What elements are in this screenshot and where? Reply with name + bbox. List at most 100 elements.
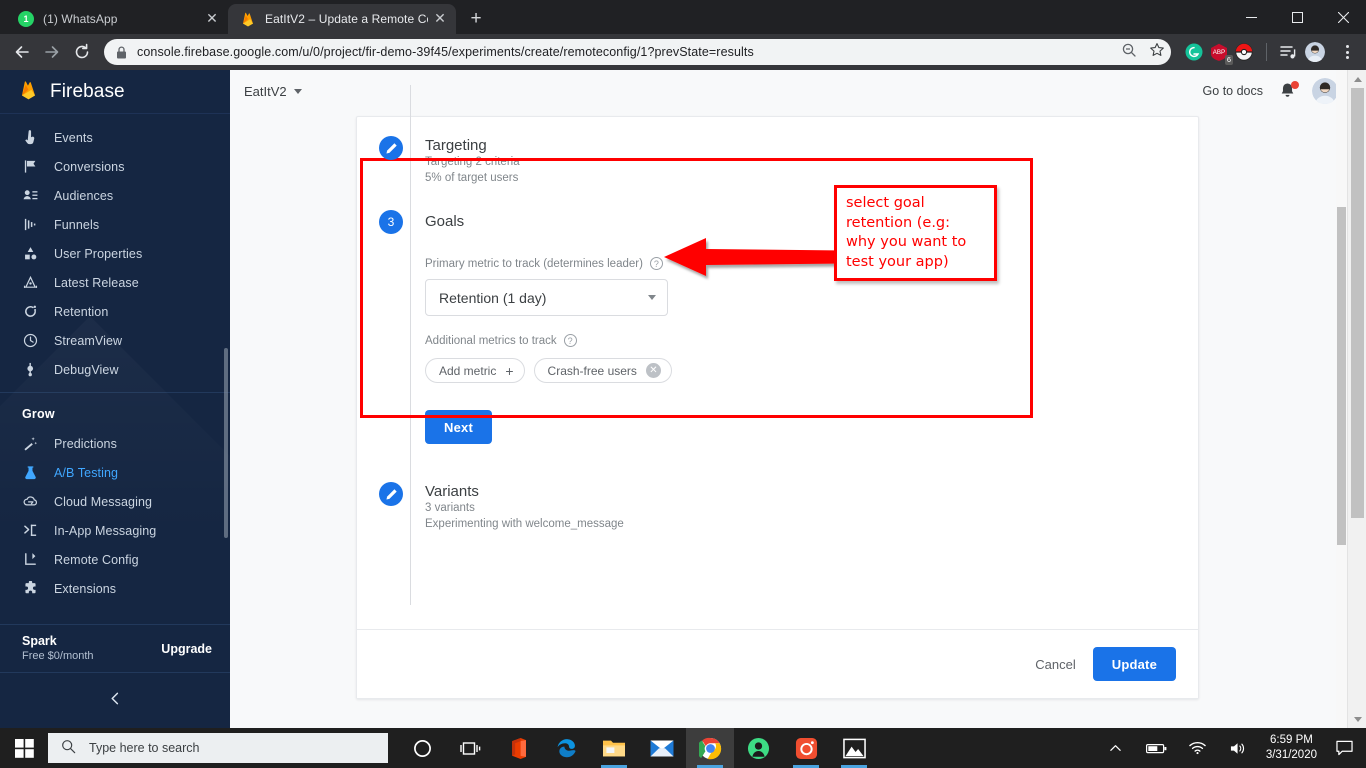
battery-icon[interactable] — [1143, 728, 1171, 768]
reload-icon[interactable] — [68, 38, 96, 66]
android-studio-icon[interactable] — [734, 728, 782, 768]
svg-text:ABP: ABP — [1213, 49, 1225, 56]
show-hidden-icons-icon[interactable] — [1102, 728, 1130, 768]
chip-label: Add metric — [439, 363, 497, 378]
sidebar-item-user-properties[interactable]: User Properties — [0, 239, 230, 268]
scrollbar-thumb[interactable] — [1337, 207, 1346, 545]
wizard-step-variants[interactable]: Variants 3 variants Experimenting with w… — [357, 444, 1198, 532]
sidebar-item-audiences[interactable]: Audiences — [0, 181, 230, 210]
minimize-icon[interactable] — [1228, 0, 1274, 34]
flag-icon — [22, 158, 39, 175]
sidebar-item-in-app-messaging[interactable]: In-App Messaging — [0, 516, 230, 545]
grammarly-extension-icon[interactable] — [1185, 43, 1203, 61]
volume-icon[interactable] — [1225, 728, 1253, 768]
collapse-sidebar-button[interactable] — [0, 672, 230, 728]
office-icon[interactable] — [494, 728, 542, 768]
cortana-icon[interactable] — [398, 728, 446, 768]
sidebar-item-label: StreamView — [54, 333, 123, 348]
wizard-step-targeting[interactable]: Targeting Targeting 2 criteria 5% of tar… — [357, 117, 1198, 186]
firebase-brand[interactable]: Firebase — [0, 70, 230, 114]
close-icon[interactable] — [1320, 0, 1366, 34]
primary-metric-select[interactable]: Retention (1 day) — [425, 279, 668, 316]
sidebar-item-conversions[interactable]: Conversions — [0, 152, 230, 181]
update-button[interactable]: Update — [1092, 647, 1176, 681]
sidebar-item-funnels[interactable]: Funnels — [0, 210, 230, 239]
help-icon[interactable]: ? — [563, 334, 577, 347]
taskbar-clock[interactable]: 6:59 PM 3/31/2020 — [1266, 733, 1317, 763]
triangle-up-icon — [1353, 76, 1362, 82]
sidebar-item-retention[interactable]: Retention — [0, 297, 230, 326]
extension-icons: ABP 6 — [1179, 42, 1358, 65]
add-metric-chip[interactable]: Add metric + — [425, 358, 525, 383]
sidebar-item-events[interactable]: Events — [0, 123, 230, 152]
avatar[interactable] — [1305, 42, 1325, 62]
page-inner-scrollbar[interactable] — [1336, 70, 1347, 728]
edge-icon[interactable] — [542, 728, 590, 768]
adblock-plus-extension-icon[interactable]: ABP 6 — [1210, 43, 1233, 65]
help-icon[interactable]: ? — [649, 257, 663, 270]
file-explorer-icon[interactable] — [590, 728, 638, 768]
sidebar-item-remote-config[interactable]: Remote Config — [0, 545, 230, 574]
firebase-wordmark: Firebase — [50, 80, 125, 102]
windows-start-icon[interactable] — [0, 728, 48, 768]
debugview-icon — [22, 361, 39, 378]
go-to-docs-link[interactable]: Go to docs — [1203, 84, 1263, 98]
plan-card[interactable]: Spark Free $0/month Upgrade — [0, 624, 230, 672]
clock-time: 6:59 PM — [1270, 734, 1313, 746]
photos-icon[interactable] — [830, 728, 878, 768]
experiment-wizard-card: Targeting Targeting 2 criteria 5% of tar… — [356, 85, 1199, 699]
sidebar-scrollbar[interactable] — [224, 348, 228, 538]
maximize-icon[interactable] — [1274, 0, 1320, 34]
address-bar[interactable]: console.firebase.google.com/u/0/project/… — [104, 39, 1171, 65]
playlist-extension-icon[interactable] — [1280, 43, 1298, 61]
chrome-icon[interactable] — [686, 728, 734, 768]
search-input[interactable]: Type here to search — [48, 733, 388, 763]
main-content: EatItV2 Go to docs Targeting Targeting 2… — [230, 70, 1366, 728]
scroll-up-button[interactable] — [1348, 70, 1366, 88]
task-view-icon[interactable] — [446, 728, 494, 768]
forward-arrow-icon[interactable] — [38, 38, 66, 66]
remove-icon[interactable]: ✕ — [645, 363, 661, 378]
taskbar-apps — [398, 728, 878, 768]
sidebar-item-cloud-messaging[interactable]: Cloud Messaging — [0, 487, 230, 516]
sidebar-item-ab-testing[interactable]: A/B Testing — [0, 458, 230, 487]
crash-free-users-chip[interactable]: Crash-free users ✕ — [533, 358, 672, 383]
instagram-icon[interactable] — [782, 728, 830, 768]
chevron-down-icon — [293, 88, 302, 94]
kebab-menu-icon[interactable] — [1336, 45, 1358, 59]
notification-bell-icon[interactable] — [1278, 80, 1299, 101]
scroll-down-button[interactable] — [1348, 710, 1366, 728]
sidebar-item-latest-release[interactable]: Latest Release — [0, 268, 230, 297]
sidebar-item-label: User Properties — [54, 246, 143, 261]
metric-chip-row: Add metric + Crash-free users ✕ — [425, 358, 1198, 383]
scrollbar-thumb[interactable] — [1351, 88, 1364, 518]
browser-scrollbar[interactable] — [1347, 70, 1366, 728]
next-button[interactable]: Next — [425, 410, 492, 444]
sidebar-item-streamview[interactable]: StreamView — [0, 326, 230, 355]
upgrade-button[interactable]: Upgrade — [161, 642, 212, 656]
avatar[interactable] — [1312, 78, 1338, 104]
close-icon[interactable]: ✕ — [204, 11, 220, 27]
action-center-icon[interactable] — [1330, 728, 1358, 768]
browser-tab-firebase[interactable]: EatItV2 – Update a Remote Confi ✕ — [228, 4, 456, 34]
sidebar-grow-list: Predictions A/B Testing Cloud Messaging — [0, 429, 230, 603]
zoom-out-icon[interactable] — [1121, 42, 1137, 63]
browser-toolbar: console.firebase.google.com/u/0/project/… — [0, 34, 1366, 70]
cancel-button[interactable]: Cancel — [1035, 657, 1075, 672]
star-icon[interactable] — [1149, 42, 1165, 63]
sidebar-item-debugview[interactable]: DebugView — [0, 355, 230, 384]
back-arrow-icon[interactable] — [8, 38, 36, 66]
sidebar-item-predictions[interactable]: Predictions — [0, 429, 230, 458]
mail-icon[interactable] — [638, 728, 686, 768]
new-tab-button[interactable]: + — [462, 5, 490, 33]
extension-badge-count: 6 — [1224, 55, 1233, 65]
edit-icon[interactable] — [379, 136, 403, 160]
wifi-icon[interactable] — [1184, 728, 1212, 768]
project-selector[interactable]: EatItV2 — [244, 84, 302, 99]
edit-icon[interactable] — [379, 482, 403, 506]
flask-icon — [22, 464, 39, 481]
close-icon[interactable]: ✕ — [432, 11, 448, 27]
browser-tab-whatsapp[interactable]: 1 (1) WhatsApp ✕ — [6, 4, 228, 34]
pokemon-extension-icon[interactable] — [1235, 43, 1253, 61]
sidebar-item-extensions[interactable]: Extensions — [0, 574, 230, 603]
